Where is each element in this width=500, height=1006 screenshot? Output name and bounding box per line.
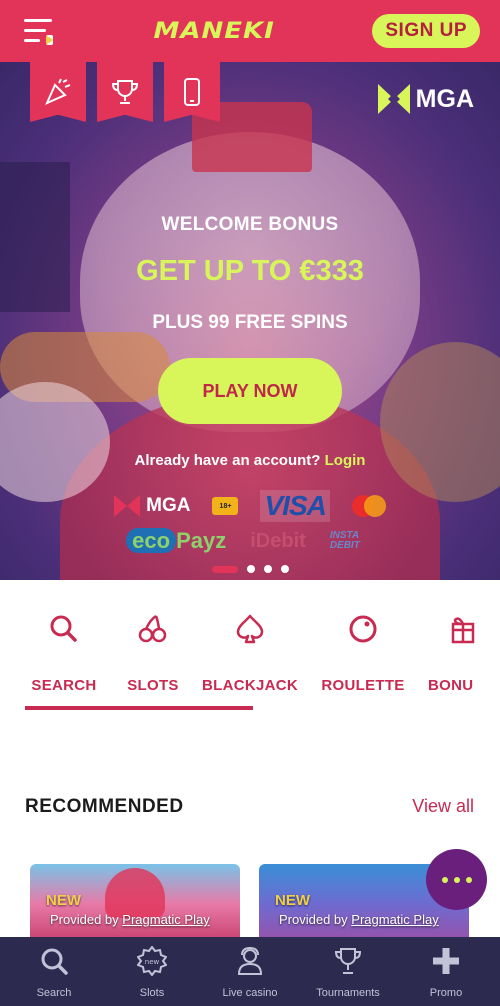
category-tabs: SEARCH SLOTS BLACKJACK ROULETTE BONU bbox=[0, 612, 500, 712]
mga-logo-icon bbox=[377, 84, 410, 114]
tab-slots[interactable]: SLOTS bbox=[120, 612, 186, 694]
signup-button[interactable]: SIGN UP bbox=[372, 14, 480, 48]
provided-by-text: Provided by bbox=[279, 912, 348, 927]
svg-text:new: new bbox=[145, 958, 160, 966]
plus-icon bbox=[433, 948, 459, 974]
carousel-dot-4[interactable] bbox=[280, 565, 289, 573]
active-tab-indicator bbox=[25, 706, 253, 710]
gift-icon bbox=[451, 617, 475, 644]
tab-bonus-label: BONU bbox=[428, 677, 474, 694]
tab-roulette-label: ROULETTE bbox=[321, 677, 405, 694]
nav-slots-label: Slots bbox=[139, 987, 165, 999]
game-card[interactable]: NEW Provided by Pragmatic Play bbox=[30, 864, 240, 944]
visa-logo: VISA bbox=[260, 490, 330, 522]
nav-search-label: Search bbox=[36, 987, 72, 999]
tab-bonus[interactable]: BONU bbox=[428, 612, 488, 694]
trophy-icon[interactable] bbox=[97, 62, 153, 122]
tab-search[interactable]: SEARCH bbox=[26, 612, 102, 694]
hero-background-house bbox=[0, 162, 70, 312]
provided-by-text: Provided by bbox=[50, 912, 119, 927]
nav-tournaments-label: Tournaments bbox=[316, 987, 380, 999]
chat-button[interactable] bbox=[426, 849, 487, 910]
account-prompt: Already have an account? Login bbox=[0, 452, 500, 469]
ecopayz-logo: eco Payz bbox=[126, 528, 226, 554]
nav-slots[interactable]: new Slots bbox=[110, 937, 194, 1006]
roulette-icon bbox=[349, 615, 377, 643]
welcome-bonus-heading: WELCOME BONUS bbox=[161, 214, 339, 235]
trophy-icon bbox=[334, 948, 362, 974]
nav-tournaments[interactable]: Tournaments bbox=[306, 937, 390, 1006]
search-icon bbox=[50, 615, 77, 642]
idebit-logo: iDebit bbox=[250, 529, 306, 552]
recommended-heading: RECOMMENDED bbox=[25, 796, 184, 817]
mga-mark-icon bbox=[114, 495, 141, 517]
brand-logo[interactable]: maneki bbox=[154, 18, 275, 44]
new-badge: NEW bbox=[46, 892, 81, 909]
nav-promo[interactable]: Promo bbox=[404, 937, 488, 1006]
play-now-button[interactable]: PLAY NOW bbox=[158, 358, 342, 424]
nav-search[interactable]: Search bbox=[12, 937, 96, 1006]
age-restriction-badge: 18+ bbox=[212, 497, 239, 515]
payment-logos-row-1: MGA 18+ VISA bbox=[0, 490, 500, 522]
carousel-dot-2[interactable] bbox=[246, 565, 255, 573]
ecopayz-payz: Payz bbox=[176, 528, 227, 553]
provider-link[interactable]: Pragmatic Play bbox=[351, 912, 438, 927]
game-provider: Provided by Pragmatic Play bbox=[50, 912, 210, 927]
nav-live-casino[interactable]: Live casino bbox=[208, 937, 292, 1006]
tab-roulette[interactable]: ROULETTE bbox=[320, 612, 406, 694]
mastercard-icon bbox=[351, 495, 386, 517]
new-badge: NEW bbox=[275, 892, 310, 909]
mga-payment-label: MGA bbox=[146, 495, 191, 516]
payment-logos-row-2: eco Payz iDebit INSTA DEBIT bbox=[0, 528, 500, 554]
menu-icon[interactable] bbox=[24, 17, 56, 45]
tab-slots-label: SLOTS bbox=[127, 677, 179, 694]
mga-badge: MGA bbox=[377, 84, 474, 114]
search-icon bbox=[41, 948, 68, 975]
provider-link[interactable]: Pragmatic Play bbox=[122, 912, 209, 927]
bottom-navigation: Search new Slots Live casino Tournaments… bbox=[0, 937, 500, 1006]
ecopayz-eco: eco bbox=[126, 528, 177, 553]
spade-icon bbox=[236, 614, 264, 644]
carousel-dots bbox=[0, 565, 500, 573]
mobile-phone-icon[interactable] bbox=[164, 62, 220, 122]
carousel-dot-1[interactable] bbox=[211, 565, 238, 573]
page: maneki SIGN UP MGA WELCOME BONUS GET U bbox=[0, 0, 500, 1006]
tab-blackjack[interactable]: BLACKJACK bbox=[202, 612, 298, 694]
login-link[interactable]: Login bbox=[325, 452, 366, 469]
account-text: Already have an account? bbox=[134, 452, 321, 469]
nav-live-casino-label: Live casino bbox=[222, 987, 278, 999]
hero-flag-tabs bbox=[30, 62, 220, 122]
game-thumbnail-art bbox=[105, 868, 165, 918]
view-all-link[interactable]: View all bbox=[412, 796, 474, 817]
free-spins-text: PLUS 99 FREE SPINS bbox=[152, 312, 348, 333]
tab-blackjack-label: BLACKJACK bbox=[202, 677, 299, 694]
carousel-dot-3[interactable] bbox=[263, 565, 272, 573]
nav-promo-label: Promo bbox=[429, 987, 463, 999]
cherries-icon bbox=[138, 614, 167, 643]
dealer-icon bbox=[237, 946, 263, 975]
bonus-amount: GET UP TO €333 bbox=[136, 255, 364, 287]
instadebit-logo: INSTA DEBIT bbox=[329, 530, 360, 551]
mga-payment-logo: MGA bbox=[114, 495, 190, 517]
chat-dots-icon bbox=[441, 876, 448, 883]
top-header: maneki SIGN UP bbox=[0, 0, 500, 62]
mga-label: MGA bbox=[415, 84, 474, 113]
party-popper-icon[interactable] bbox=[30, 62, 86, 122]
hero-banner: MGA WELCOME BONUS GET UP TO €333 PLUS 99… bbox=[0, 62, 500, 580]
game-provider: Provided by Pragmatic Play bbox=[279, 912, 439, 927]
new-badge-icon: new bbox=[136, 945, 168, 977]
tab-search-label: SEARCH bbox=[31, 677, 97, 694]
